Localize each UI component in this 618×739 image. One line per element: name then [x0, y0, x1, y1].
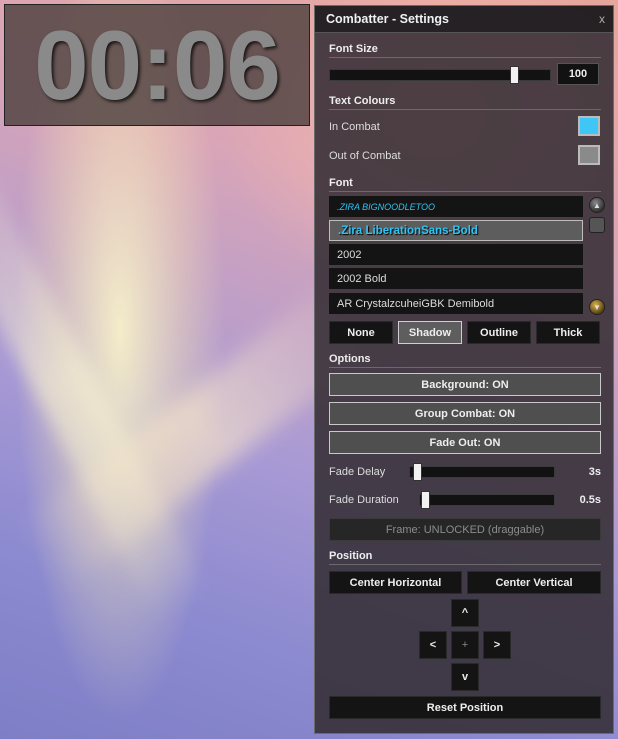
outline-outline-button[interactable]: Outline	[467, 321, 531, 344]
settings-titlebar[interactable]: Combatter - Settings x	[315, 6, 613, 33]
font-size-slider-thumb[interactable]	[510, 66, 520, 84]
in-combat-colour-swatch[interactable]	[578, 116, 600, 136]
background-toggle-button[interactable]: Background: ON	[329, 373, 601, 396]
scroll-up-icon[interactable]: ▲	[589, 197, 605, 213]
fade-duration-value: 0.5s	[579, 494, 601, 506]
in-combat-label: In Combat	[329, 121, 380, 133]
font-size-heading: Font Size	[329, 43, 601, 58]
font-list-scrollbar-thumb[interactable]	[589, 217, 605, 233]
fade-duration-slider[interactable]	[419, 491, 555, 509]
settings-panel: Combatter - Settings x Font Size 100 Tex…	[314, 5, 614, 734]
fade-delay-label: Fade Delay	[329, 466, 386, 478]
font-list-item[interactable]: AR CrystalzcuheiGBK Demibold	[329, 293, 583, 314]
combat-timer-frame[interactable]: 00:06	[4, 4, 310, 126]
font-list-item[interactable]: .ZIRA BIGNOODLETOO	[329, 196, 583, 217]
combat-timer-text: 00:06	[34, 9, 281, 120]
nudge-left-button[interactable]: <	[419, 631, 447, 659]
outline-thick-button[interactable]: Thick	[536, 321, 600, 344]
group-combat-toggle-button[interactable]: Group Combat: ON	[329, 402, 601, 425]
fade-delay-value: 3s	[588, 466, 601, 478]
nudge-down-button[interactable]: v	[451, 663, 479, 691]
options-heading: Options	[329, 353, 601, 368]
center-dot-button[interactable]: +	[451, 631, 479, 659]
text-colours-heading: Text Colours	[329, 95, 601, 110]
font-size-value[interactable]: 100	[557, 63, 599, 85]
close-button[interactable]: x	[599, 12, 605, 26]
font-heading: Font	[329, 177, 601, 192]
fade-duration-label: Fade Duration	[329, 494, 399, 506]
position-heading: Position	[329, 550, 601, 565]
fade-duration-slider-thumb[interactable]	[421, 491, 431, 509]
fade-delay-slider[interactable]	[409, 463, 555, 481]
font-list-item-selected[interactable]: .Zira LiberationSans-Bold	[329, 220, 583, 241]
out-of-combat-label: Out of Combat	[329, 150, 401, 162]
nudge-up-button[interactable]: ^	[451, 599, 479, 627]
outline-none-button[interactable]: None	[329, 321, 393, 344]
nudge-right-button[interactable]: >	[483, 631, 511, 659]
font-list-item[interactable]: 2002	[329, 244, 583, 265]
font-list-item[interactable]: 2002 Bold	[329, 268, 583, 289]
fade-out-toggle-button[interactable]: Fade Out: ON	[329, 431, 601, 454]
settings-title: Combatter - Settings	[326, 12, 449, 26]
reset-position-button[interactable]: Reset Position	[329, 696, 601, 719]
center-vertical-button[interactable]: Center Vertical	[467, 571, 601, 594]
font-size-slider[interactable]	[329, 66, 551, 84]
frame-lock-button[interactable]: Frame: UNLOCKED (draggable)	[329, 518, 601, 541]
center-horizontal-button[interactable]: Center Horizontal	[329, 571, 462, 594]
outline-shadow-button[interactable]: Shadow	[398, 321, 462, 344]
fade-delay-slider-thumb[interactable]	[413, 463, 423, 481]
out-of-combat-colour-swatch[interactable]	[578, 145, 600, 165]
scroll-down-icon[interactable]: ▼	[589, 299, 605, 315]
